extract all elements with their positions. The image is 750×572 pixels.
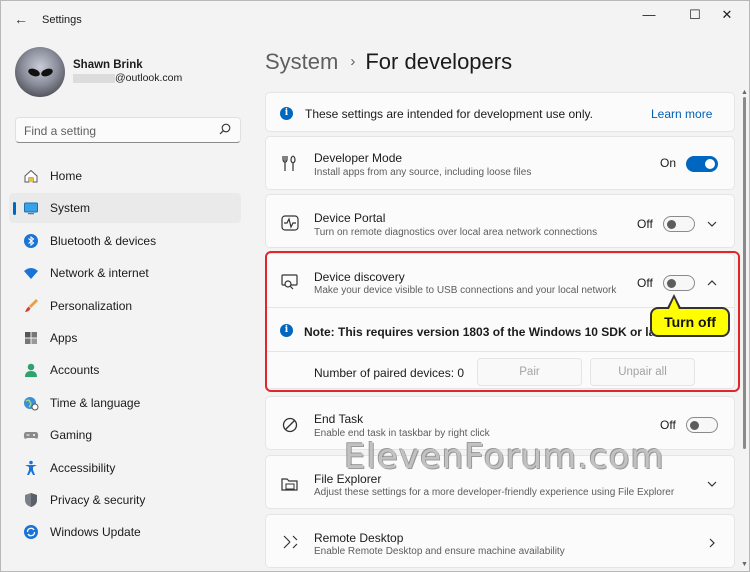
row-description: Turn on remote diagnostics over local ar… bbox=[314, 227, 598, 238]
app-title: Settings bbox=[42, 14, 82, 26]
row-description: Adjust these settings for a more develop… bbox=[314, 487, 675, 498]
diagnostics-icon bbox=[281, 215, 299, 231]
update-icon bbox=[24, 525, 38, 540]
remote-desktop-icon bbox=[283, 535, 298, 549]
chevron-right-icon[interactable] bbox=[706, 537, 718, 549]
sidebar-item-label: Accessibility bbox=[50, 460, 116, 475]
toggle-state-label: Off bbox=[660, 418, 676, 432]
sidebar-item-label: Windows Update bbox=[50, 525, 141, 540]
email-redaction bbox=[73, 74, 115, 83]
system-icon bbox=[24, 202, 38, 215]
sidebar-item-home[interactable]: Home bbox=[9, 161, 241, 191]
search-box[interactable] bbox=[15, 117, 241, 143]
user-email: @outlook.com bbox=[115, 72, 183, 84]
breadcrumb: System › For developers bbox=[265, 49, 512, 75]
sidebar-item-personalization[interactable]: Personalization bbox=[9, 291, 241, 321]
sidebar-item-system[interactable]: System bbox=[9, 193, 241, 224]
gamepad-icon bbox=[23, 432, 39, 439]
globe-icon bbox=[24, 396, 39, 411]
toggle-state-label: Off bbox=[637, 217, 653, 231]
remote-desktop-row[interactable]: Remote Desktop Enable Remote Desktop and… bbox=[265, 514, 735, 568]
callout-pointer-fill bbox=[669, 298, 679, 309]
avatar[interactable] bbox=[15, 47, 65, 97]
page-title: For developers bbox=[365, 49, 513, 74]
row-title: End Task bbox=[314, 412, 364, 426]
developer-mode-toggle[interactable] bbox=[686, 156, 718, 172]
title-bar: ← Settings — ☐ ✕ bbox=[1, 1, 750, 37]
row-description: Enable Remote Desktop and ensure machine… bbox=[314, 546, 565, 557]
breadcrumb-parent[interactable]: System bbox=[265, 49, 338, 74]
brush-icon bbox=[25, 298, 38, 312]
sidebar-nav: Home System Bluetooth & devices Network … bbox=[9, 161, 241, 550]
banner-text: These settings are intended for developm… bbox=[305, 107, 593, 121]
device-portal-row[interactable]: Device Portal Turn on remote diagnostics… bbox=[265, 194, 735, 248]
learn-more-link[interactable]: Learn more bbox=[651, 107, 712, 121]
apps-icon bbox=[25, 331, 37, 344]
sidebar-item-accounts[interactable]: Accounts bbox=[9, 355, 241, 385]
avatar-eye-left bbox=[27, 67, 41, 78]
info-icon: i bbox=[280, 107, 293, 120]
bluetooth-icon bbox=[24, 233, 38, 248]
accessibility-icon bbox=[25, 460, 37, 475]
sidebar-item-label: Bluetooth & devices bbox=[50, 233, 157, 248]
sidebar-item-bluetooth[interactable]: Bluetooth & devices bbox=[9, 226, 241, 256]
prohibited-icon bbox=[282, 417, 298, 433]
info-banner: i These settings are intended for develo… bbox=[265, 92, 735, 132]
wifi-icon bbox=[24, 268, 38, 280]
home-icon bbox=[24, 169, 38, 183]
chevron-down-icon[interactable] bbox=[706, 478, 718, 490]
row-title: Remote Desktop bbox=[314, 531, 404, 545]
sidebar-item-label: Apps bbox=[50, 330, 78, 345]
back-button[interactable]: ← bbox=[13, 11, 29, 27]
sidebar-item-label: Gaming bbox=[50, 428, 93, 443]
minimize-button[interactable]: — bbox=[626, 5, 672, 25]
sidebar-item-windows-update[interactable]: Windows Update bbox=[9, 517, 241, 547]
person-icon bbox=[25, 364, 37, 378]
sidebar-item-label: Home bbox=[50, 169, 83, 183]
toggle-state-label: On bbox=[660, 156, 677, 170]
sidebar-item-network[interactable]: Network & internet bbox=[9, 258, 241, 288]
close-button[interactable]: ✕ bbox=[704, 5, 750, 25]
sidebar-item-label: Time & language bbox=[50, 395, 141, 410]
sidebar-item-label: Accounts bbox=[50, 363, 100, 378]
sidebar-item-time-language[interactable]: Time & language bbox=[9, 388, 241, 418]
turn-off-callout: Turn off bbox=[650, 307, 730, 337]
sidebar-item-label: Personalization bbox=[50, 298, 133, 313]
settings-window: ← Settings — ☐ ✕ Shawn Brink @outlook.co… bbox=[0, 0, 750, 572]
end-task-toggle[interactable] bbox=[686, 417, 718, 433]
folder-icon bbox=[281, 478, 298, 491]
row-description: Install apps from any source, including … bbox=[314, 167, 532, 178]
watermark: ElevenForum.com bbox=[344, 437, 665, 477]
avatar-eye-right bbox=[40, 67, 54, 78]
shield-icon bbox=[25, 492, 37, 507]
sidebar-item-apps[interactable]: Apps bbox=[9, 323, 241, 353]
sidebar-item-label: System bbox=[50, 201, 91, 216]
search-input[interactable] bbox=[24, 123, 214, 138]
scroll-down-arrow[interactable]: ▼ bbox=[741, 561, 748, 568]
developer-mode-row: Developer Mode Install apps from any sou… bbox=[265, 136, 735, 190]
scroll-up-arrow[interactable]: ▲ bbox=[741, 89, 748, 96]
breadcrumb-separator: › bbox=[350, 53, 356, 70]
sidebar-item-gaming[interactable]: Gaming bbox=[9, 420, 241, 450]
row-title: Developer Mode bbox=[314, 151, 403, 165]
device-portal-toggle[interactable] bbox=[663, 216, 695, 232]
scrollbar-thumb[interactable] bbox=[743, 97, 746, 449]
sidebar-item-label: Privacy & security bbox=[50, 492, 146, 507]
search-icon[interactable] bbox=[219, 123, 231, 135]
sidebar-item-label: Network & internet bbox=[50, 266, 149, 281]
row-title: Device Portal bbox=[314, 211, 386, 225]
user-name: Shawn Brink bbox=[73, 59, 143, 71]
sidebar-item-accessibility[interactable]: Accessibility bbox=[9, 453, 241, 483]
sidebar-item-privacy[interactable]: Privacy & security bbox=[9, 485, 241, 515]
tools-icon bbox=[282, 155, 296, 171]
chevron-down-icon[interactable] bbox=[706, 218, 718, 230]
